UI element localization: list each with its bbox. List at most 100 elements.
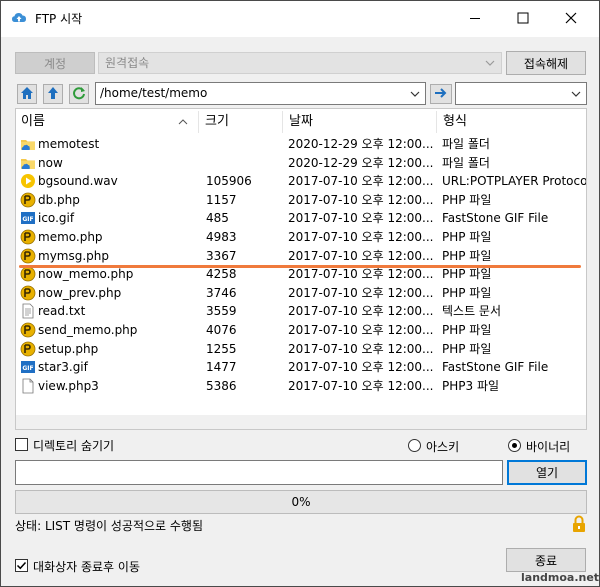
file-type: PHP 파일 [442, 230, 492, 244]
file-size: 3746 [206, 285, 237, 300]
hide-dirs-checkbox[interactable] [15, 438, 28, 451]
file-row[interactable]: mymsg.php 3367 2017-07-10 오후 12:00... PHP 파… [16, 247, 586, 266]
file-size: 1255 [206, 341, 237, 356]
file-row[interactable]: memo.php 4983 2017-07-10 오후 12:00... PHP 파일 [16, 228, 586, 247]
file-row[interactable]: GIF ico.gif 485 2017-07-10 오후 12:00... FastS… [16, 209, 586, 228]
file-size [206, 154, 286, 173]
file-list[interactable]: 이름 크기 날짜 형식 memotest 2020-12-29 오후 12:00.… [15, 108, 587, 430]
file-type: FastStone GIF File [442, 211, 549, 226]
file-row[interactable]: bgsound.wav 105906 2017-07-10 오후 12:00... U… [16, 172, 586, 191]
file-name: bgsound.wav [38, 174, 118, 189]
svg-text:GIF: GIF [22, 365, 33, 372]
file-size [206, 135, 286, 154]
php-icon [20, 266, 36, 282]
file-type: PHP 파일 [442, 285, 492, 300]
home-button[interactable] [17, 84, 37, 104]
file-name: memo.php [38, 230, 103, 244]
php-icon [20, 192, 36, 208]
disconnect-button[interactable]: 접속해제 [506, 51, 586, 75]
file-date: 2017-07-10 오후 12:00... [288, 285, 434, 300]
binary-radio[interactable] [508, 439, 521, 452]
checkmark-icon [16, 561, 27, 570]
refresh-icon [72, 86, 86, 103]
file-date: 2017-07-10 오후 12:00... [288, 211, 434, 226]
file-name: setup.php [38, 341, 99, 356]
ascii-radio[interactable] [408, 439, 421, 452]
file-name: ico.gif [38, 211, 75, 226]
file-date: 2017-07-10 오후 12:00... [288, 304, 434, 319]
file-name: send_memo.php [38, 323, 138, 337]
file-type: 파일 폴더 [442, 155, 490, 170]
php-icon [20, 322, 36, 338]
open-button[interactable]: 열기 [507, 460, 587, 485]
horizontal-scrollbar[interactable] [16, 415, 586, 429]
file-name: mymsg.php [38, 248, 110, 263]
file-row[interactable]: send_memo.php 4076 2017-07-10 오후 12:00... P… [16, 321, 586, 340]
remote-path-select[interactable]: /home/test/memo [95, 82, 426, 105]
file-size: 485 [206, 211, 229, 226]
column-header-size[interactable]: 크기 [200, 109, 284, 135]
file-name: db.php [38, 192, 80, 207]
file-date: 2017-07-10 오후 12:00... [288, 378, 434, 393]
php-icon [20, 248, 36, 264]
parent-dir-button[interactable] [43, 84, 63, 104]
title-bar[interactable]: FTP 시작 [1, 1, 599, 37]
column-divider[interactable] [436, 111, 437, 133]
minimize-button[interactable] [453, 1, 497, 37]
file-row[interactable]: db.php 1157 2017-07-10 오후 12:00... PHP 파일 [16, 191, 586, 210]
file-date: 2017-07-10 오후 12:00... [288, 230, 434, 244]
close-window-button[interactable] [549, 1, 593, 37]
minimize-icon [469, 12, 481, 27]
file-row[interactable]: read.txt 3559 2017-07-10 오후 12:00... 텍스트 문서 [16, 302, 586, 321]
column-header-name[interactable]: 이름 [16, 109, 196, 135]
file-size: 1157 [206, 192, 237, 207]
text-file-icon [20, 303, 36, 319]
file-row[interactable]: now 2020-12-29 오후 12:00... 파일 폴더 [16, 154, 586, 173]
command-input[interactable] [15, 460, 503, 485]
file-row[interactable]: view.php3 5386 2017-07-10 오후 12:00... PHP3 … [16, 377, 586, 396]
account-button[interactable]: 계정 [15, 52, 95, 74]
refresh-button[interactable] [69, 84, 89, 104]
go-button[interactable] [430, 84, 452, 104]
file-row[interactable]: now_prev.php 3746 2017-07-10 오후 12:00... PH… [16, 284, 586, 303]
file-name: star3.gif [38, 360, 88, 375]
maximize-icon [517, 12, 529, 27]
arrow-up-icon [46, 86, 60, 103]
file-name: now_prev.php [38, 285, 122, 300]
server-select[interactable]: 원격접속 [98, 52, 502, 74]
cloud-upload-icon [11, 10, 27, 26]
column-divider[interactable] [198, 111, 199, 133]
file-size: 3559 [206, 304, 237, 319]
file-type: PHP 파일 [442, 323, 492, 337]
column-divider[interactable] [282, 111, 283, 133]
column-header-date[interactable]: 날짜 [284, 109, 436, 135]
file-date: 2017-07-10 오후 12:00... [288, 323, 434, 337]
home-icon [20, 86, 34, 103]
maximize-button[interactable] [501, 1, 545, 37]
server-select-value: 원격접속 [105, 56, 150, 70]
chevron-down-icon [570, 85, 582, 106]
move-after-close-checkbox[interactable] [15, 559, 28, 572]
file-row[interactable]: GIF star3.gif 1477 2017-07-10 오후 12:00... Fa… [16, 358, 586, 377]
local-drive-select[interactable] [455, 82, 587, 105]
watermark: landmoa.net [521, 571, 600, 584]
file-name: view.php3 [38, 378, 99, 393]
close-button[interactable]: 종료 [506, 548, 586, 572]
ftp-dialog: FTP 시작 계정 원격접속 접속해제 /home/test/memo 이름 크… [0, 0, 600, 587]
column-header-type[interactable]: 형식 [438, 109, 586, 135]
file-row[interactable]: memotest 2020-12-29 오후 12:00... 파일 폴더 [16, 135, 586, 154]
file-name: now [38, 155, 63, 170]
file-size: 1477 [206, 360, 237, 375]
file-date: 2017-07-10 오후 12:00... [288, 174, 434, 189]
file-type: PHP 파일 [442, 341, 492, 356]
file-date: 2017-07-10 오후 12:00... [288, 192, 434, 207]
file-list-header: 이름 크기 날짜 형식 [16, 109, 586, 135]
move-after-close-label: 대화상자 종료후 이동 [33, 560, 140, 574]
file-size: 3367 [206, 248, 237, 263]
file-row[interactable]: setup.php 1255 2017-07-10 오후 12:00... PHP 파… [16, 340, 586, 359]
file-name: memotest [38, 137, 100, 151]
file-size: 4076 [206, 323, 237, 337]
php-icon [20, 285, 36, 301]
file-date: 2017-07-10 오후 12:00... [288, 248, 434, 263]
folder-cloud-icon [20, 136, 36, 152]
